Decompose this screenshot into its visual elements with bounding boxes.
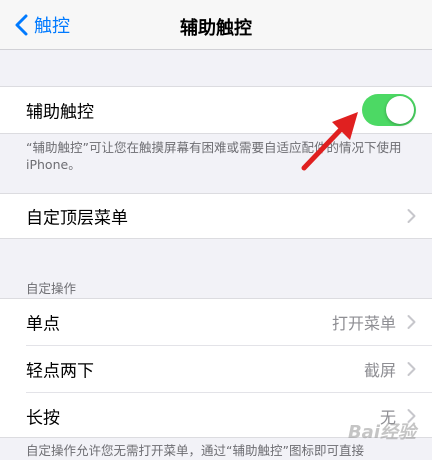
watermark-logo: Bai经验 (347, 422, 416, 443)
custom-actions-footnote: 自定操作允许您无需打开菜单，通过“辅助触控”图标即可直接 (26, 443, 364, 458)
red-arrow-icon (301, 112, 358, 171)
action-value: 截屏 (363, 361, 396, 380)
action-label: 轻点两下 (26, 361, 94, 382)
action-row-single-tap[interactable]: 单点 打开菜单 (0, 299, 432, 345)
chevron-right-icon (407, 315, 416, 329)
assistive-touch-label: 辅助触控 (26, 102, 94, 123)
chevron-right-icon (407, 209, 416, 223)
navigation-bar: 触控 辅助触控 (0, 0, 432, 50)
settings-screen: 触控 辅助触控 辅助触控 “辅助触控”可让您在触摸屏幕有困难或需要自适应配件的情… (0, 0, 432, 460)
custom-actions-header: 自定操作 (26, 281, 77, 296)
chevron-right-icon (407, 362, 416, 376)
assistive-touch-row: 辅助触控 (0, 86, 432, 134)
action-label: 单点 (26, 314, 60, 335)
assistive-touch-toggle[interactable] (362, 94, 416, 126)
action-label: 长按 (26, 408, 60, 429)
action-value: 打开菜单 (331, 314, 396, 333)
custom-actions-group: 单点 打开菜单 轻点两下 截屏 长按 无 (0, 298, 432, 438)
customize-top-menu-row[interactable]: 自定顶层菜单 (0, 193, 432, 239)
customize-top-menu-label: 自定顶层菜单 (26, 208, 128, 229)
toggle-knob (386, 96, 414, 124)
action-row-double-tap[interactable]: 轻点两下 截屏 (0, 346, 432, 392)
page-title: 辅助触控 (180, 18, 252, 39)
